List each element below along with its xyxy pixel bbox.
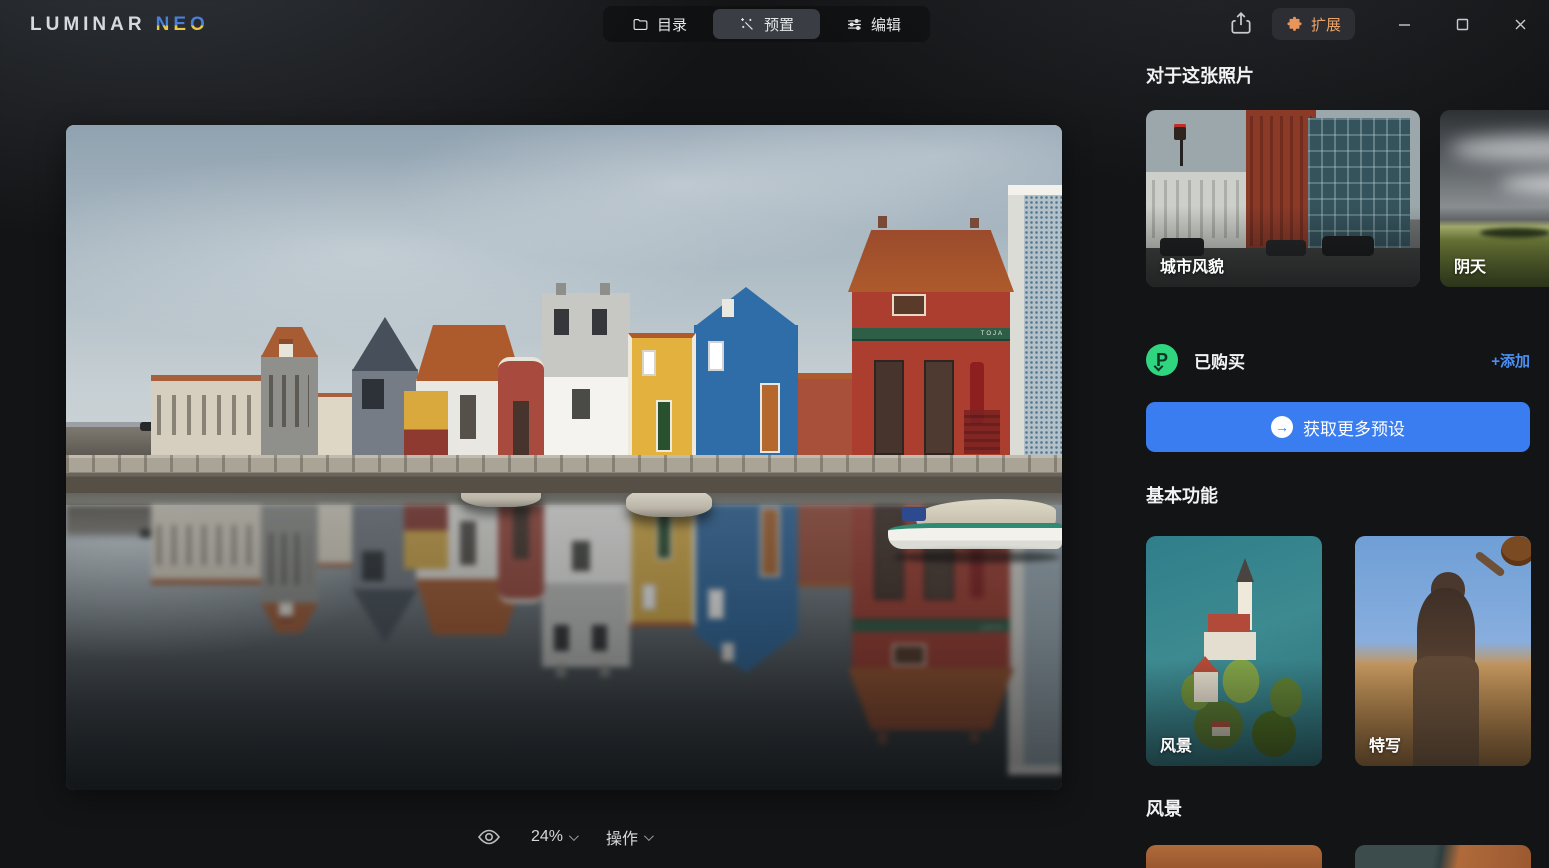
puzzle-icon xyxy=(1286,16,1303,33)
logo-neo: NEO xyxy=(156,14,209,36)
chevron-down-icon xyxy=(569,831,579,841)
preset-thumb-landscape[interactable]: 风景 xyxy=(1146,536,1322,766)
actions-dropdown[interactable]: 操作 xyxy=(606,825,651,849)
close-icon xyxy=(1513,17,1528,32)
add-presets-link[interactable]: +添加 xyxy=(1491,350,1530,371)
minimize-button[interactable] xyxy=(1394,14,1414,34)
zoom-level-dropdown[interactable]: 24% xyxy=(531,828,576,846)
tab-edit[interactable]: 编辑 xyxy=(820,9,927,39)
purchased-row: P 已购买 +添加 xyxy=(1146,342,1530,378)
tab-edit-label: 编辑 xyxy=(871,14,901,35)
extensions-button[interactable]: 扩展 xyxy=(1272,8,1355,40)
mode-tab-group: 目录 预置 编辑 xyxy=(603,6,930,42)
preset-thumb-city-label: 城市风貌 xyxy=(1160,253,1224,277)
preset-thumb-partial-1[interactable] xyxy=(1146,845,1322,868)
tab-catalog-label: 目录 xyxy=(657,14,687,35)
houses-row: TOJA xyxy=(66,125,1062,455)
eye-icon xyxy=(477,828,501,846)
tab-catalog[interactable]: 目录 xyxy=(606,9,713,39)
canal-wall xyxy=(66,455,1062,493)
top-bar: LUMINAR NEO 目录 预置 编辑 扩展 xyxy=(0,0,1549,48)
awning-text: TOJA xyxy=(852,328,1010,341)
preset-thumb-closeup[interactable]: 特写 xyxy=(1355,536,1531,766)
preset-thumb-closeup-label: 特写 xyxy=(1369,732,1401,756)
preset-thumb-partial-2[interactable] xyxy=(1355,845,1531,868)
arrow-right-circle-icon: → xyxy=(1271,416,1293,438)
chevron-down-icon xyxy=(644,831,654,841)
actions-label: 操作 xyxy=(606,825,638,849)
photo-canvas[interactable]: TOJA xyxy=(66,125,1062,790)
share-button[interactable] xyxy=(1228,10,1256,38)
section-landscape: 风景 xyxy=(1146,795,1182,821)
tab-presets[interactable]: 预置 xyxy=(713,9,820,39)
compare-eye-button[interactable] xyxy=(477,828,501,846)
get-more-presets-button[interactable]: → 获取更多预设 xyxy=(1146,402,1530,452)
app-logo: LUMINAR NEO xyxy=(30,14,209,36)
extensions-label: 扩展 xyxy=(1311,14,1341,35)
sliders-icon xyxy=(846,16,863,33)
share-icon xyxy=(1228,10,1254,36)
tab-presets-label: 预置 xyxy=(764,14,794,35)
canal-water: TOJA xyxy=(66,493,1062,790)
close-button[interactable] xyxy=(1510,14,1530,34)
preset-thumb-city[interactable]: 城市风貌 xyxy=(1146,110,1420,287)
minimize-icon xyxy=(1397,17,1412,32)
get-more-presets-label: 获取更多预设 xyxy=(1303,415,1405,440)
preset-thumb-landscape-label: 风景 xyxy=(1160,732,1192,756)
preset-thumb-cloudy-label: 阴天 xyxy=(1454,253,1486,277)
section-for-this-photo: 对于这张照片 xyxy=(1146,62,1254,88)
preset-thumb-cloudy[interactable]: 阴天 xyxy=(1440,110,1549,287)
moored-boat-small-2 xyxy=(626,493,712,517)
section-basic: 基本功能 xyxy=(1146,482,1218,508)
logo-luminar: LUMINAR xyxy=(30,14,146,36)
folder-icon xyxy=(632,16,649,33)
magic-wand-icon xyxy=(739,16,756,33)
maximize-icon xyxy=(1455,17,1470,32)
viewer-toolbar: 24% 操作 xyxy=(66,820,1062,854)
zoom-level-value: 24% xyxy=(531,828,563,846)
moored-boat-large xyxy=(888,499,1062,559)
purchased-pack-icon: P xyxy=(1146,344,1178,376)
maximize-button[interactable] xyxy=(1452,14,1472,34)
purchased-label: 已购买 xyxy=(1194,348,1245,373)
